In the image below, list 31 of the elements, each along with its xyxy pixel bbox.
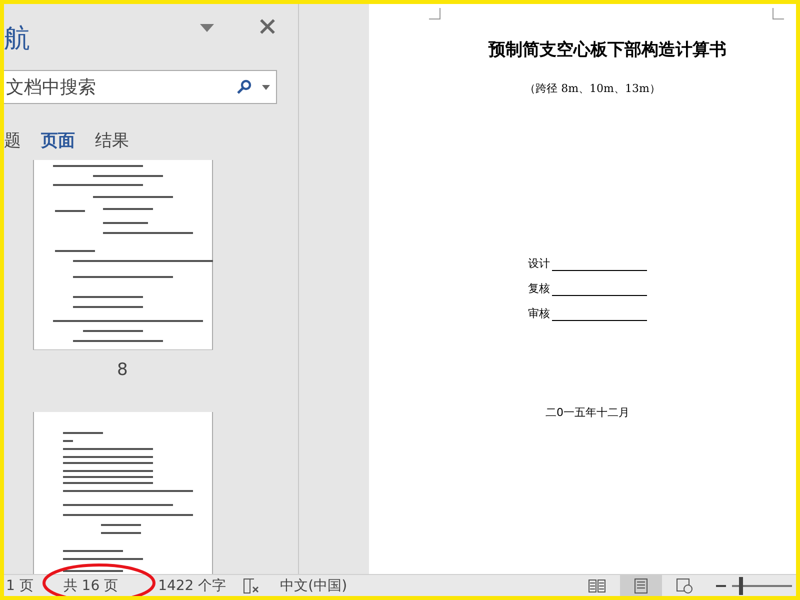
document-subtitle: （跨径 8m、10m、13m） [524, 81, 660, 96]
word-count[interactable]: 1422 个字 [158, 576, 226, 594]
close-icon[interactable] [260, 19, 275, 34]
dropdown-caret-icon[interactable] [262, 84, 270, 90]
search-icon[interactable] [236, 79, 252, 95]
page-indicator[interactable]: 1 页 [6, 576, 34, 594]
document-title: 预制简支空心板下部构造计算书 [488, 39, 726, 61]
dropdown-caret-icon[interactable] [200, 24, 214, 32]
pane-tab[interactable]: 结果 [95, 128, 129, 152]
document-date: 二0一五年十二月 [546, 405, 630, 420]
search-field[interactable]: 文档中搜索 [4, 70, 277, 104]
page-thumbnail[interactable] [33, 412, 213, 574]
search-input[interactable]: 文档中搜索 [4, 76, 236, 98]
view-button[interactable] [620, 575, 662, 596]
language-indicator[interactable]: 中文(中国) [280, 576, 348, 594]
pane-title: 航 [4, 22, 30, 56]
globe-page-icon [676, 578, 694, 594]
pane-tab[interactable]: 页面 [41, 128, 75, 152]
signature-label: 设计 [528, 256, 550, 271]
signature-label: 复核 [528, 281, 550, 296]
signature-label: 审核 [528, 306, 550, 321]
crop-mark-icon [429, 8, 441, 20]
pane-tab[interactable]: 题 [4, 128, 21, 152]
zoom-out-icon[interactable] [716, 584, 726, 588]
zoom-slider-thumb[interactable] [739, 576, 743, 594]
book-icon [588, 578, 606, 594]
crop-mark-icon [772, 8, 784, 20]
page-thumbnail[interactable] [33, 160, 213, 350]
page-number: 8 [117, 360, 128, 382]
proofing-icon[interactable] [242, 576, 260, 594]
page-icon [632, 578, 650, 594]
